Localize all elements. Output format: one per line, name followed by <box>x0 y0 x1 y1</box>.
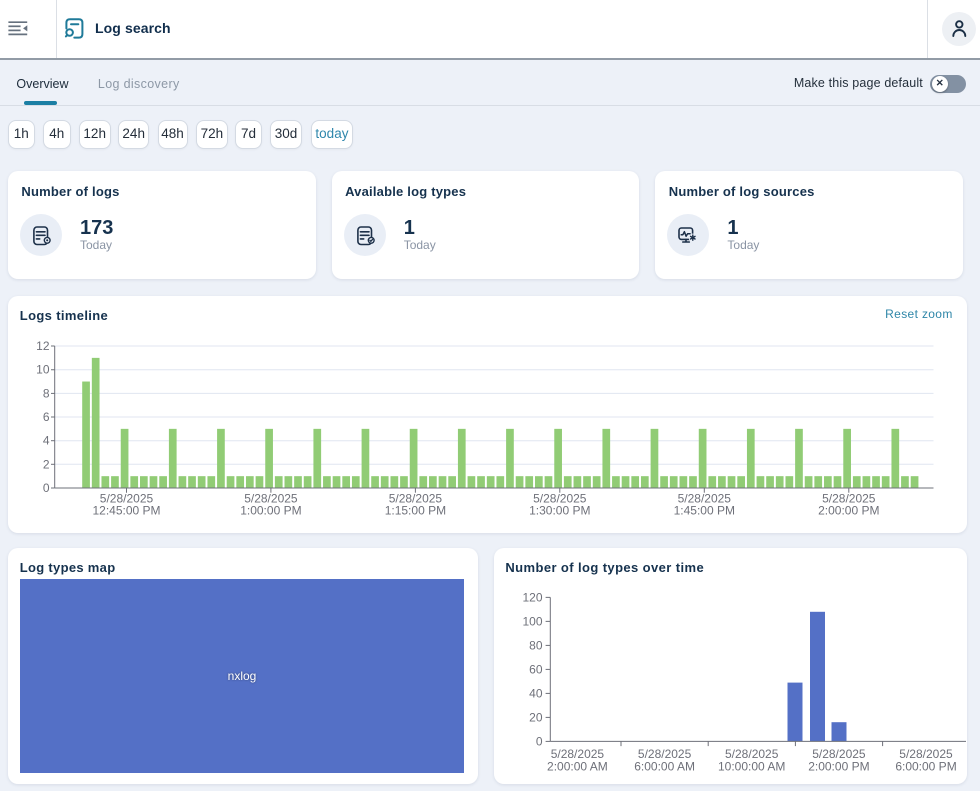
svg-text:80: 80 <box>529 638 543 652</box>
svg-text:4: 4 <box>43 434 50 448</box>
svg-text:2:00:00 PM: 2:00:00 PM <box>818 503 879 517</box>
svg-text:1:15:00 PM: 1:15:00 PM <box>385 503 446 517</box>
svg-text:1:30:00 PM: 1:30:00 PM <box>529 503 590 517</box>
svg-text:10:00:00 AM: 10:00:00 AM <box>718 759 785 773</box>
svg-text:40: 40 <box>529 686 543 700</box>
svg-text:1:00:00 PM: 1:00:00 PM <box>240 503 301 517</box>
svg-text:10: 10 <box>36 363 50 377</box>
svg-text:12:45:00 PM: 12:45:00 PM <box>92 503 160 517</box>
svg-text:0: 0 <box>536 734 543 748</box>
svg-text:6:00:00 AM: 6:00:00 AM <box>634 759 695 773</box>
svg-text:6:00:00 PM: 6:00:00 PM <box>895 759 956 773</box>
svg-text:100: 100 <box>522 614 542 628</box>
svg-text:2: 2 <box>43 457 50 471</box>
svg-text:6: 6 <box>43 410 50 424</box>
svg-text:20: 20 <box>529 710 543 724</box>
svg-text:8: 8 <box>43 386 50 400</box>
svg-text:2:00:00 PM: 2:00:00 PM <box>808 759 869 773</box>
svg-text:60: 60 <box>529 662 543 676</box>
svg-text:2:00:00 AM: 2:00:00 AM <box>547 759 608 773</box>
svg-text:0: 0 <box>43 481 50 495</box>
svg-text:120: 120 <box>522 590 542 604</box>
svg-text:1:45:00 PM: 1:45:00 PM <box>674 503 735 517</box>
svg-text:12: 12 <box>36 339 50 353</box>
